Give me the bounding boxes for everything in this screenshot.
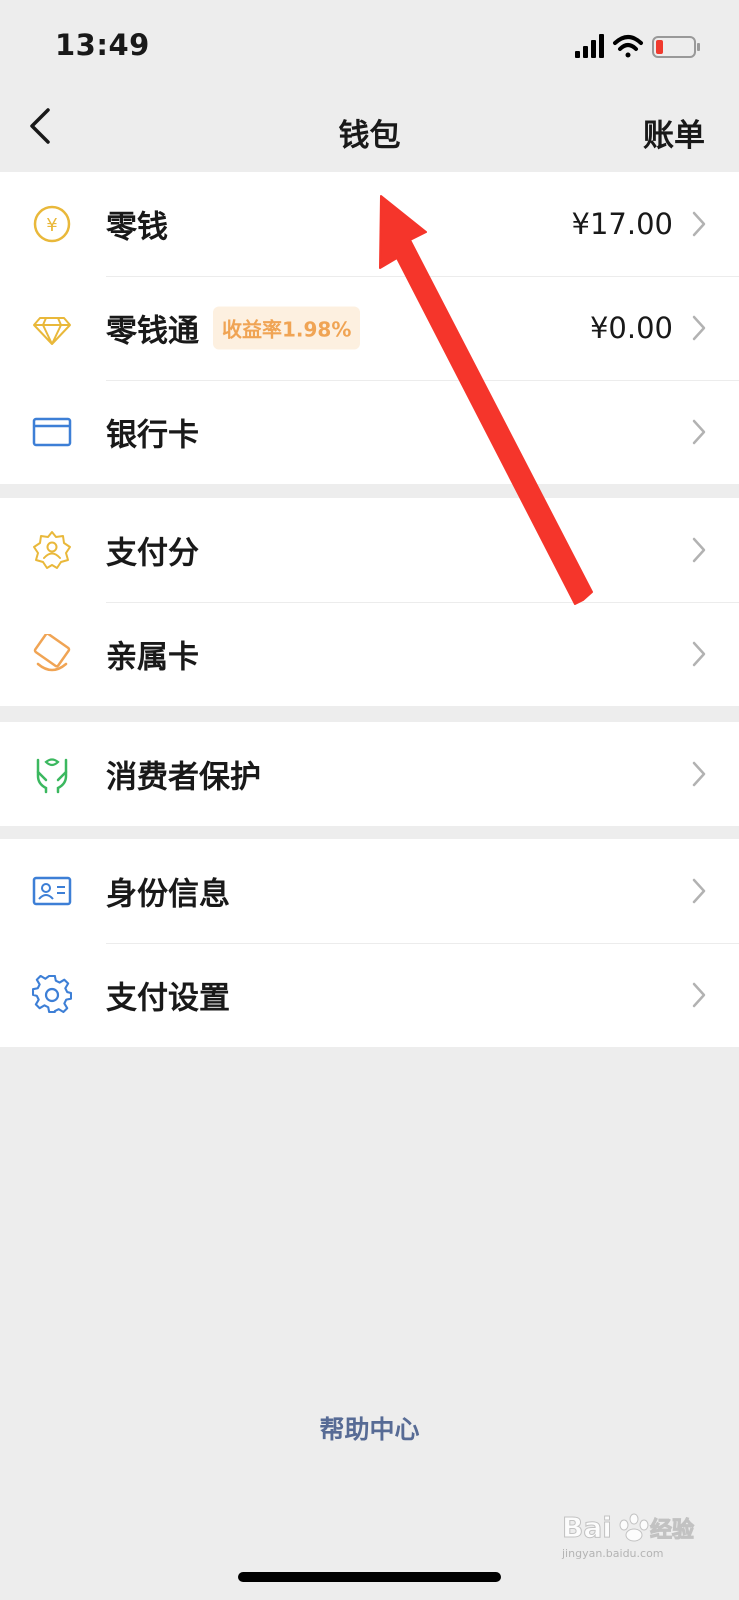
chevron-right-icon (692, 982, 706, 1008)
chevron-right-icon (692, 761, 706, 787)
gear-icon (32, 975, 72, 1014)
baidu-logo-icon: Bai 经验 jingyan.baidu.com (561, 1511, 695, 1561)
bills-button[interactable]: 账单 (643, 110, 705, 155)
status-icons (575, 32, 705, 62)
battery-low-icon (652, 36, 700, 58)
row-label: 银行卡 (106, 417, 199, 454)
row-label: 消费者保护 (106, 759, 261, 796)
row-label: 零钱 (106, 209, 168, 246)
chevron-right-icon (692, 211, 706, 237)
svg-text:¥: ¥ (46, 215, 57, 236)
home-indicator (238, 1572, 501, 1582)
bank-card-icon (32, 417, 72, 447)
row-change[interactable]: ¥ 零钱 ¥17.00 (0, 172, 739, 276)
chevron-right-icon (692, 419, 706, 445)
yuan-coin-icon: ¥ (33, 205, 71, 243)
row-label: 支付分 (106, 535, 199, 572)
wallet-balance-group: ¥ 零钱 ¥17.00 零钱通 收益率1.98% ¥0.00 银行卡 (0, 172, 739, 484)
row-value: ¥0.00 (589, 311, 673, 345)
row-family-card[interactable]: 亲属卡 (0, 602, 739, 706)
status-time: 13:49 (55, 28, 150, 62)
svg-text:jingyan.baidu.com: jingyan.baidu.com (561, 1547, 664, 1560)
row-label: 身份信息 (106, 876, 230, 913)
wifi-icon (613, 35, 643, 58)
status-bar: 13:49 (0, 0, 739, 90)
help-center-link[interactable]: 帮助中心 (0, 1410, 739, 1446)
chevron-right-icon (692, 537, 706, 563)
row-identity-info[interactable]: 身份信息 (0, 839, 739, 943)
row-payment-settings[interactable]: 支付设置 (0, 943, 739, 1047)
row-consumer-protection[interactable]: 消费者保护 (0, 722, 739, 826)
row-label: 零钱通 (106, 313, 199, 350)
baidu-watermark: Bai 经验 jingyan.baidu.com (560, 1505, 720, 1565)
row-wealth-fund[interactable]: 零钱通 收益率1.98% ¥0.00 (0, 276, 739, 380)
yield-rate-badge: 收益率1.98% (213, 306, 361, 350)
chevron-right-icon (692, 315, 706, 341)
consumer-protection-group: 消费者保护 (0, 722, 739, 826)
row-bank-card[interactable]: 银行卡 (0, 380, 739, 484)
page-title: 钱包 (338, 118, 401, 154)
family-card-icon (33, 634, 71, 672)
chevron-right-icon (692, 641, 706, 667)
row-value: ¥17.00 (571, 207, 673, 241)
payment-services-group: 支付分 亲属卡 (0, 498, 739, 706)
cellular-signal-icon (575, 34, 604, 58)
credit-score-icon (33, 531, 71, 569)
row-pay-score[interactable]: 支付分 (0, 498, 739, 602)
svg-text:Bai: Bai (562, 1511, 612, 1544)
chevron-right-icon (692, 878, 706, 904)
row-label: 亲属卡 (106, 639, 199, 676)
id-card-icon (32, 876, 72, 906)
row-label: 支付设置 (106, 980, 230, 1017)
nav-bar: 钱包 账单 (0, 90, 739, 172)
protected-hands-icon (36, 758, 68, 794)
diamond-icon (33, 317, 71, 345)
svg-text:经验: 经验 (650, 1517, 694, 1543)
identity-settings-group: 身份信息 支付设置 (0, 839, 739, 1047)
